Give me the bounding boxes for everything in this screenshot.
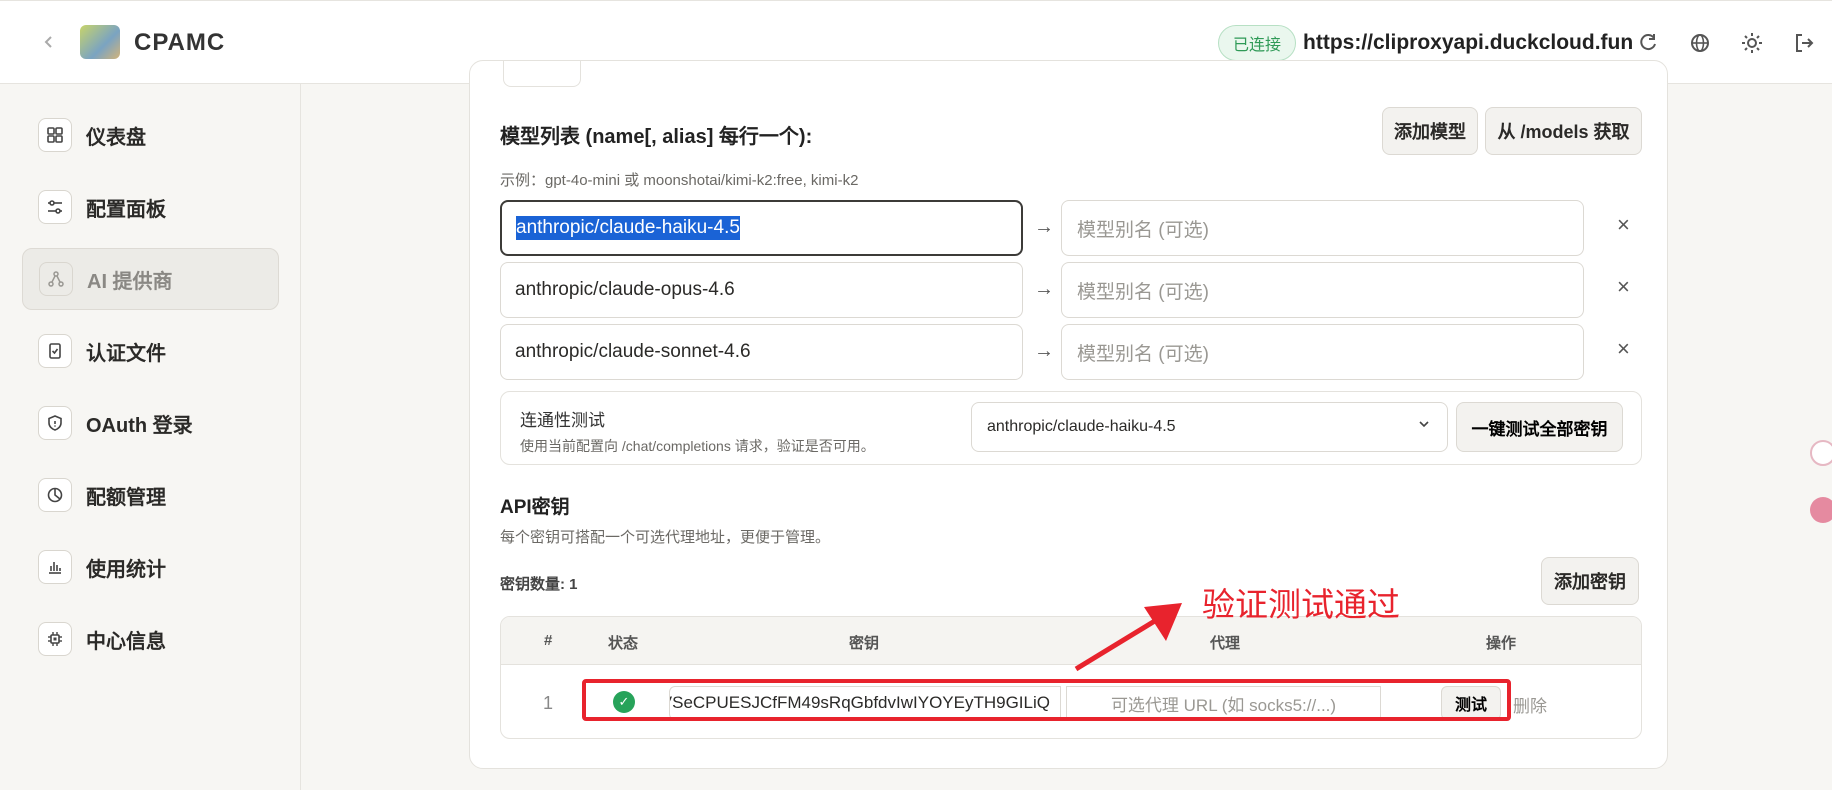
- server-url: https://cliproxyapi.duckcloud.fun: [1303, 31, 1634, 54]
- sliders-icon: [38, 190, 72, 224]
- sidebar-item-center-info[interactable]: 中心信息: [22, 608, 279, 670]
- refresh-icon[interactable]: [1633, 28, 1663, 58]
- sun-icon[interactable]: [1737, 28, 1767, 58]
- sidebar-item-label: 仪表盘: [86, 126, 146, 149]
- models-example-hint: 示例：gpt-4o-mini 或 moonshotai/kimi-k2:free…: [500, 172, 859, 189]
- model-row: anthropic/claude-opus-4.6 → 模型别名 (可选) ×: [500, 262, 1642, 318]
- remove-model-icon[interactable]: ×: [1617, 212, 1630, 238]
- connectivity-test-panel: 连通性测试 使用当前配置向 /chat/completions 请求，验证是否可…: [500, 391, 1642, 465]
- connectivity-title: 连通性测试: [520, 411, 605, 430]
- arrow-right-icon: →: [1034, 278, 1054, 300]
- floating-assistant-icon[interactable]: [1810, 497, 1832, 523]
- column-header-key: 密钥: [849, 635, 880, 652]
- remove-model-icon[interactable]: ×: [1617, 274, 1630, 300]
- arrow-right-icon: →: [1034, 216, 1054, 238]
- column-header-actions: 操作: [1486, 635, 1517, 652]
- sidebar-item-config[interactable]: 配置面板: [22, 176, 279, 238]
- sidebar-item-label: 使用统计: [86, 558, 166, 581]
- remove-model-icon[interactable]: ×: [1617, 336, 1630, 362]
- annotation-highlight-box: [582, 679, 1511, 721]
- api-keys-description: 每个密钥可搭配一个可选代理地址，更便于管理。: [500, 529, 831, 546]
- sidebar-item-label: 配置面板: [86, 198, 166, 221]
- model-name-input[interactable]: anthropic/claude-sonnet-4.6: [500, 324, 1023, 380]
- connection-status-badge: 已连接: [1218, 25, 1297, 61]
- model-name-input[interactable]: anthropic/claude-haiku-4.5: [500, 200, 1023, 256]
- test-all-keys-button[interactable]: 一键测试全部密钥: [1456, 402, 1623, 452]
- chip-icon: [38, 622, 72, 656]
- model-row: anthropic/claude-sonnet-4.6 → 模型别名 (可选) …: [500, 324, 1642, 380]
- delete-key-button[interactable]: 删除: [1513, 692, 1547, 717]
- sidebar-item-label: 配额管理: [86, 486, 166, 509]
- sidebar-item-ai-providers[interactable]: AI 提供商: [22, 248, 279, 310]
- globe-icon[interactable]: [1685, 28, 1715, 58]
- chevron-down-icon: [1417, 417, 1431, 436]
- column-header-proxy: 代理: [1210, 635, 1241, 652]
- dashboard-icon: [38, 118, 72, 152]
- model-row: anthropic/claude-haiku-4.5 → 模型别名 (可选) ×: [500, 200, 1642, 256]
- sidebar-item-quota[interactable]: 配额管理: [22, 464, 279, 526]
- model-name-selected-text: anthropic/claude-haiku-4.5: [516, 216, 740, 240]
- test-model-select[interactable]: anthropic/claude-haiku-4.5: [971, 402, 1448, 452]
- sidebar: 仪表盘 配置面板 AI 提供商 认证文件 OAuth 登录 配额管理 使用统计 …: [0, 84, 301, 790]
- provider-edit-card: 模型列表 (name[, alias] 每行一个): 添加模型 从 /model…: [469, 60, 1668, 769]
- models-title: 模型列表 (name[, alias] 每行一个):: [500, 126, 813, 148]
- column-header-index: #: [544, 632, 553, 649]
- model-alias-input[interactable]: 模型别名 (可选): [1061, 324, 1584, 380]
- sidebar-item-label: 中心信息: [86, 630, 166, 653]
- arrow-right-icon: →: [1034, 340, 1054, 362]
- sidebar-item-label: AI 提供商: [87, 270, 173, 293]
- floating-widget-icon[interactable]: [1810, 440, 1832, 466]
- annotation-text: 验证测试通过: [1202, 585, 1400, 624]
- collapse-sidebar-icon[interactable]: [30, 23, 68, 61]
- sidebar-item-usage-stats[interactable]: 使用统计: [22, 536, 279, 598]
- connectivity-description: 使用当前配置向 /chat/completions 请求，验证是否可用。: [520, 438, 875, 454]
- logout-icon[interactable]: [1789, 28, 1819, 58]
- tab-stub: [503, 61, 581, 87]
- sidebar-item-auth-files[interactable]: 认证文件: [22, 320, 279, 382]
- add-key-button[interactable]: 添加密钥: [1541, 557, 1639, 605]
- add-model-button[interactable]: 添加模型: [1382, 107, 1478, 155]
- shield-icon: [38, 406, 72, 440]
- row-index: 1: [543, 693, 554, 713]
- annotation-arrow-icon: [1074, 603, 1182, 672]
- sidebar-item-label: OAuth 登录: [86, 414, 193, 437]
- network-icon: [39, 262, 73, 296]
- key-count: 密钥数量: 1: [500, 576, 578, 593]
- logo-image: [80, 25, 120, 59]
- file-check-icon: [38, 334, 72, 368]
- brand-name: CPAMC: [134, 29, 226, 56]
- model-name-input[interactable]: anthropic/claude-opus-4.6: [500, 262, 1023, 318]
- pie-chart-icon: [38, 478, 72, 512]
- api-keys-title: API密钥: [500, 497, 570, 518]
- sidebar-item-dashboard[interactable]: 仪表盘: [22, 104, 279, 166]
- model-alias-input[interactable]: 模型别名 (可选): [1061, 200, 1584, 256]
- bar-chart-icon: [38, 550, 72, 584]
- test-model-selected: anthropic/claude-haiku-4.5: [987, 418, 1176, 435]
- sidebar-item-oauth-login[interactable]: OAuth 登录: [22, 392, 279, 454]
- sidebar-item-label: 认证文件: [86, 342, 166, 365]
- fetch-models-button[interactable]: 从 /models 获取: [1485, 107, 1642, 155]
- model-alias-input[interactable]: 模型别名 (可选): [1061, 262, 1584, 318]
- column-header-status: 状态: [608, 635, 639, 652]
